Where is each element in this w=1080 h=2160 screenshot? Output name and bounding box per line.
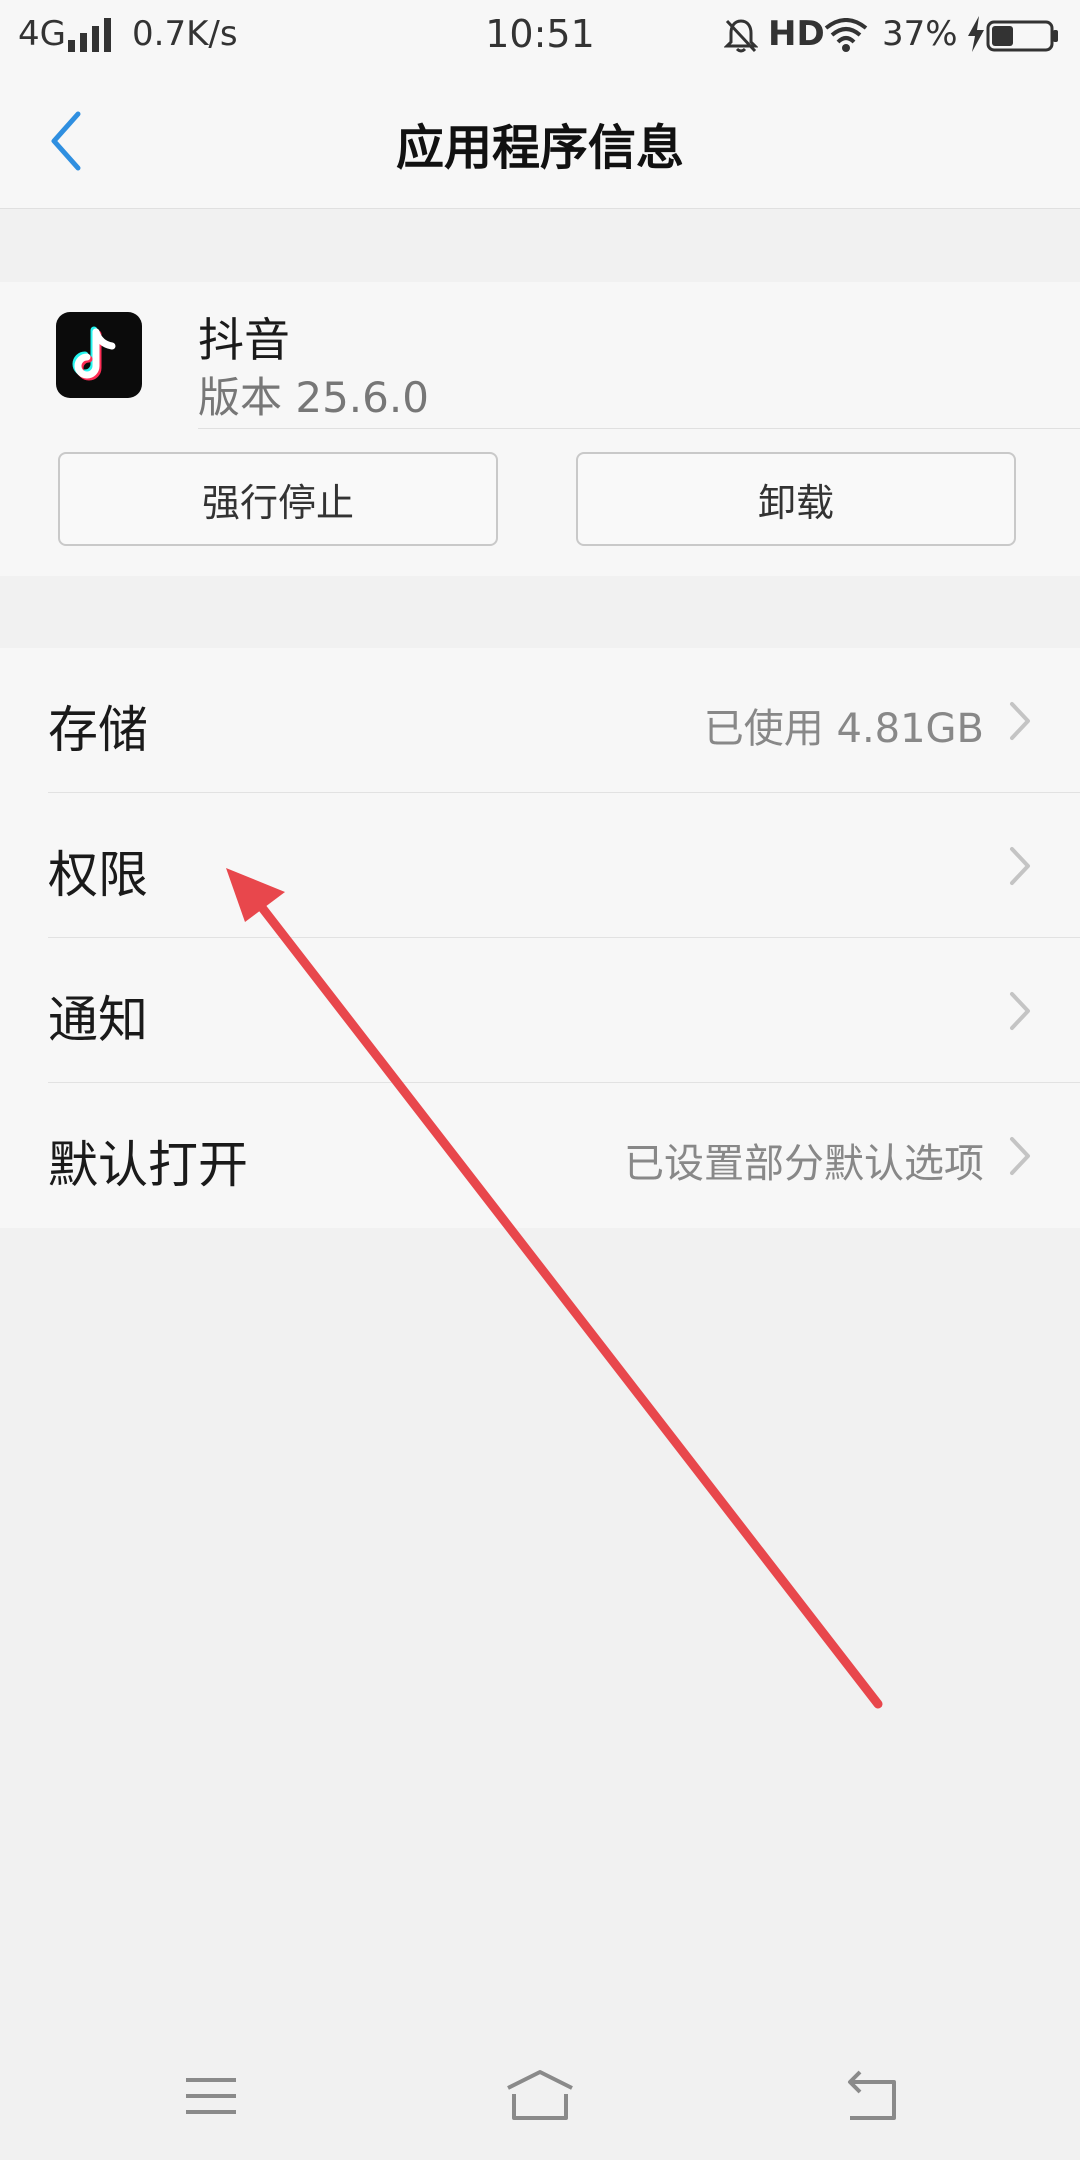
chevron-right-icon (1010, 702, 1030, 740)
uninstall-button[interactable]: 卸载 (576, 452, 1016, 546)
app-info-card: 抖音 版本 25.6.0 强行停止 卸载 (0, 282, 1080, 576)
battery-icon (986, 20, 1058, 52)
app-version: 版本 25.6.0 (198, 373, 429, 422)
force-stop-button[interactable]: 强行停止 (58, 452, 498, 546)
chevron-right-icon (1010, 992, 1030, 1030)
settings-list: 存储 已使用 4.81GB 权限 通知 默认打开 已设置部分默认选项 (0, 648, 1080, 1228)
settings-item-label: 通知 (48, 991, 148, 1049)
navigation-bar (0, 2040, 1080, 2160)
settings-item-value: 已使用 4.81GB (703, 706, 984, 752)
settings-item-notifications[interactable]: 通知 (0, 938, 1080, 1083)
settings-item-value: 已设置部分默认选项 (624, 1141, 984, 1187)
settings-item-label: 默认打开 (48, 1136, 248, 1194)
settings-item-storage[interactable]: 存储 已使用 4.81GB (0, 648, 1080, 793)
settings-item-open-by-default[interactable]: 默认打开 已设置部分默认选项 (0, 1083, 1080, 1228)
back-icon (848, 2070, 896, 2120)
back-nav-button[interactable] (830, 2068, 910, 2128)
menu-icon (186, 2078, 236, 2114)
home-button[interactable] (500, 2068, 580, 2128)
home-icon (507, 2070, 573, 2120)
settings-item-label: 权限 (48, 846, 148, 904)
page-title: 应用程序信息 (395, 120, 684, 176)
hd-indicator: HD (768, 14, 825, 54)
tiktok-logo-icon (56, 312, 142, 398)
divider (198, 428, 1080, 429)
wifi-icon (824, 18, 868, 52)
bell-off-icon (724, 19, 758, 53)
settings-item-permissions[interactable]: 权限 (0, 793, 1080, 938)
chevron-right-icon (1010, 847, 1030, 885)
settings-item-label: 存储 (48, 701, 148, 759)
chevron-right-icon (1010, 1137, 1030, 1175)
app-name: 抖音 (198, 313, 290, 367)
status-bar: 4G 0.7K/s 10:51 HD 37% (0, 0, 1080, 72)
battery-percent: 37% (882, 14, 958, 54)
menu-button[interactable] (170, 2068, 250, 2128)
title-bar: 应用程序信息 (0, 72, 1080, 209)
charging-bolt-icon (968, 16, 984, 52)
